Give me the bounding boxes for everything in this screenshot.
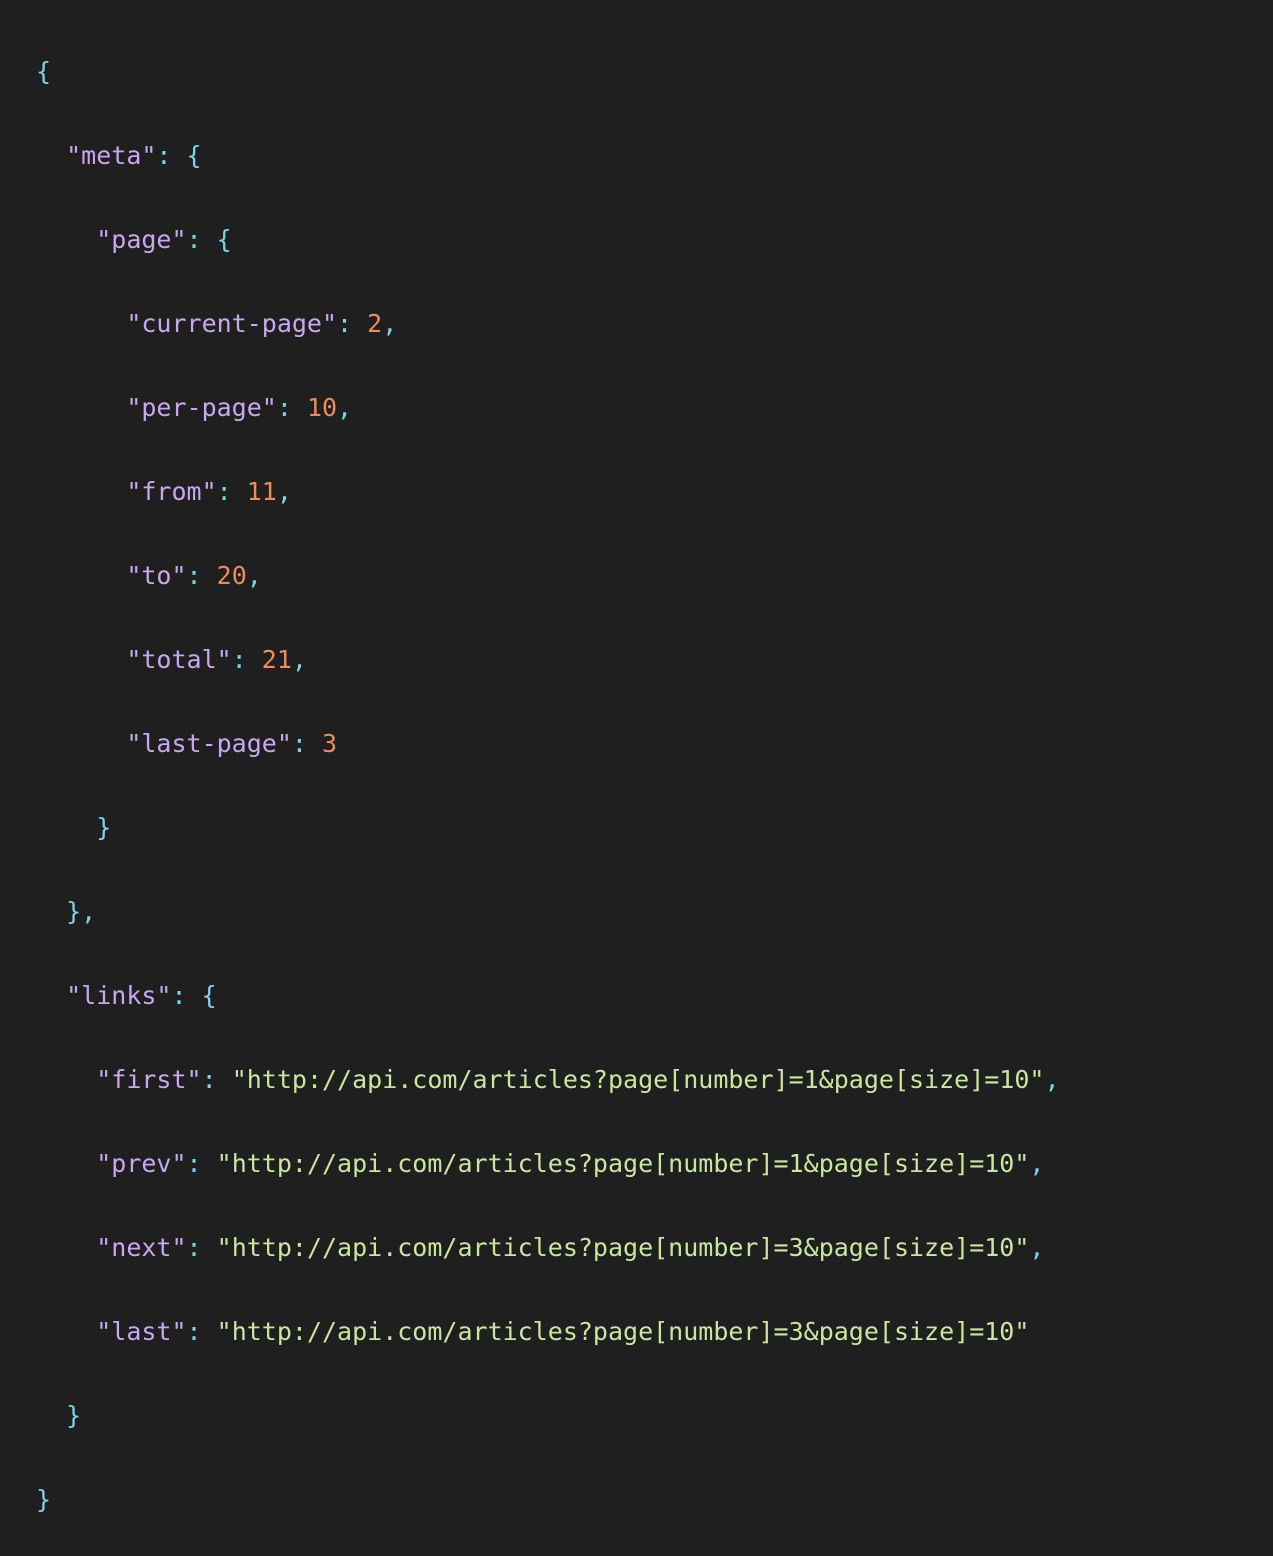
current-page-key: "current-page" [126,309,338,338]
code-line-12: "links": { [36,975,1060,1017]
punctuation: , [1044,1065,1060,1094]
code-line-4: "current-page": 2, [36,303,1060,345]
punctuation: : [291,729,322,758]
punctuation: : [337,309,368,338]
punctuation: : [186,1317,217,1346]
punctuation: : { [186,225,232,254]
next-key: "next" [96,1233,187,1262]
code-line-18: } [36,1479,1060,1521]
total-value: 21 [261,645,292,674]
punctuation: , [337,393,353,422]
punctuation: : [186,1149,217,1178]
first-value: "http://api.com/articles?page[number]=1&… [231,1065,1045,1094]
current-page-value: 2 [367,309,383,338]
code-line-10: } [36,807,1060,849]
code-line-15: "next": "http://api.com/articles?page[nu… [36,1227,1060,1269]
close-brace: } [66,1401,82,1430]
code-line-6: "from": 11, [36,471,1060,513]
punctuation: , [276,477,292,506]
page-key: "page" [96,225,187,254]
per-page-value: 10 [306,393,338,422]
punctuation: , [1029,1233,1045,1262]
first-key: "first" [96,1065,202,1094]
json-code-block: { "meta": { "page": { "current-page": 2,… [36,9,1060,1556]
links-key: "links" [66,981,172,1010]
punctuation: : [201,1065,232,1094]
close-brace: } [36,1485,52,1514]
punctuation: : [186,1233,217,1262]
code-line-2: "meta": { [36,135,1060,177]
code-line-13: "first": "http://api.com/articles?page[n… [36,1059,1060,1101]
code-line-8: "total": 21, [36,639,1060,681]
open-brace: { [36,57,52,86]
punctuation: : [216,477,247,506]
code-line-5: "per-page": 10, [36,387,1060,429]
last-key: "last" [96,1317,187,1346]
to-key: "to" [126,561,187,590]
total-key: "total" [126,645,232,674]
punctuation: : [186,561,217,590]
punctuation: , [291,645,307,674]
prev-value: "http://api.com/articles?page[number]=1&… [216,1149,1030,1178]
punctuation: , [246,561,262,590]
punctuation: : [276,393,307,422]
punctuation: : { [171,981,217,1010]
meta-key: "meta" [66,141,157,170]
last-value: "http://api.com/articles?page[number]=3&… [216,1317,1030,1346]
punctuation: , [382,309,398,338]
next-value: "http://api.com/articles?page[number]=3&… [216,1233,1030,1262]
code-line-9: "last-page": 3 [36,723,1060,765]
close-brace: } [96,813,112,842]
punctuation: : [231,645,262,674]
last-page-key: "last-page" [126,729,292,758]
code-line-14: "prev": "http://api.com/articles?page[nu… [36,1143,1060,1185]
to-value: 20 [216,561,247,590]
punctuation: : { [156,141,202,170]
code-line-17: } [36,1395,1060,1437]
close-brace-comma: }, [66,897,97,926]
code-line-1: { [36,51,1060,93]
per-page-key: "per-page" [126,393,277,422]
code-line-16: "last": "http://api.com/articles?page[nu… [36,1311,1060,1353]
from-value: 11 [246,477,277,506]
code-line-7: "to": 20, [36,555,1060,597]
punctuation: , [1029,1149,1045,1178]
from-key: "from" [126,477,217,506]
prev-key: "prev" [96,1149,187,1178]
code-line-11: }, [36,891,1060,933]
last-page-value: 3 [322,729,338,758]
code-line-3: "page": { [36,219,1060,261]
